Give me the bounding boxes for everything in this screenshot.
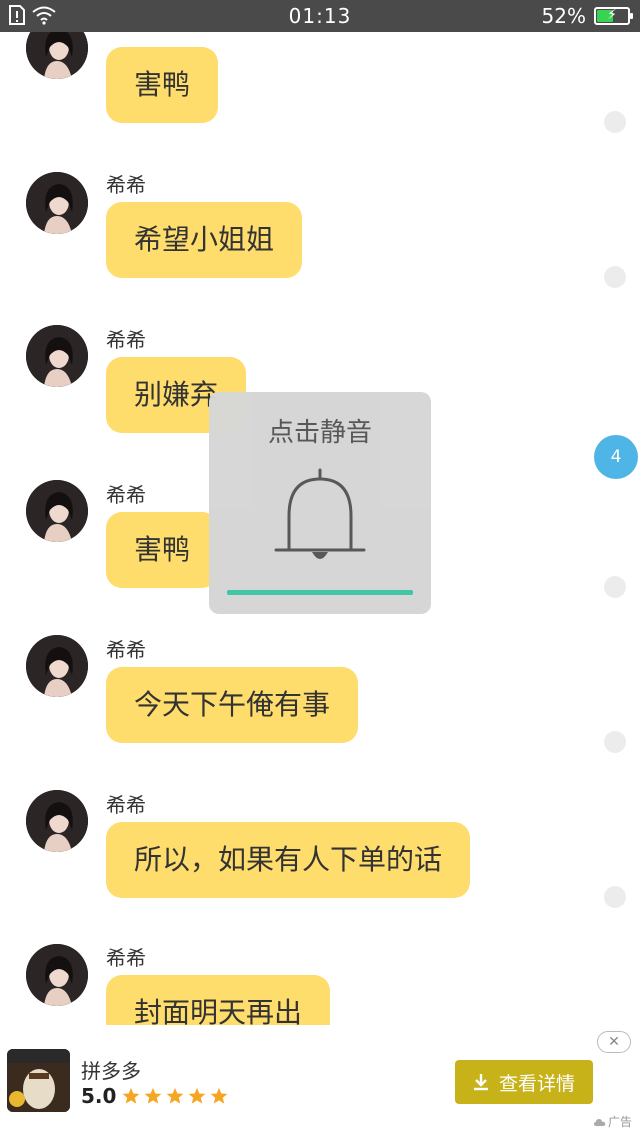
unread-count-badge[interactable]: 4 [594,435,638,479]
ad-app-thumbnail[interactable] [7,1049,70,1112]
avatar[interactable] [26,944,88,1006]
ad-banner[interactable]: 拼多多 5.0 查看详情 ✕ 广告 [0,1025,640,1138]
chat-message: 害鸭 [0,32,640,133]
mute-popup[interactable]: 点击静音 [209,392,431,614]
view-details-button[interactable]: 查看详情 [455,1060,593,1104]
star-icon [167,1087,184,1104]
star-icon [189,1087,206,1104]
mute-progress-bar [227,590,413,595]
ad-app-name: 拼多多 [81,1059,141,1083]
star-icon [123,1087,140,1104]
bell-icon[interactable] [273,468,367,564]
chat-message: 希希 希望小姐姐 [0,47,640,288]
sender-name: 希希 [106,173,146,197]
chat-message: 希希 所以，如果有人下单的话 [0,667,640,908]
ad-label: 广告 [593,1113,632,1130]
charging-bolt-icon: ⚡ [607,7,617,23]
ad-rating: 5.0 [81,1084,228,1108]
cloud-icon [593,1118,606,1126]
sender-name: 希希 [106,328,146,352]
sender-name: 希希 [106,946,146,970]
ad-label-text: 广告 [607,1115,632,1129]
ad-close-button[interactable]: ✕ [597,1031,631,1053]
status-bar: 01:13 52% ⚡ [0,0,640,32]
ad-rating-score: 5.0 [81,1084,117,1108]
view-details-label: 查看详情 [498,1072,575,1095]
download-icon [473,1074,488,1091]
chat-message: 希希 别嫌弃 [0,202,640,433]
sender-name: 希希 [106,638,146,662]
message-bubble[interactable]: 封面明天再出 [106,975,331,1025]
sender-name: 希希 [106,793,146,817]
star-icon [211,1087,228,1104]
battery-charging-icon: ⚡ [594,7,633,25]
mute-popup-title: 点击静音 [267,418,372,448]
status-icons-right: 52% ⚡ [541,4,633,28]
battery-percent: 52% [541,4,586,28]
chat-message: 希希 封面明天再出 [0,822,640,1025]
star-icon [145,1087,162,1104]
sender-name: 希希 [106,483,146,507]
